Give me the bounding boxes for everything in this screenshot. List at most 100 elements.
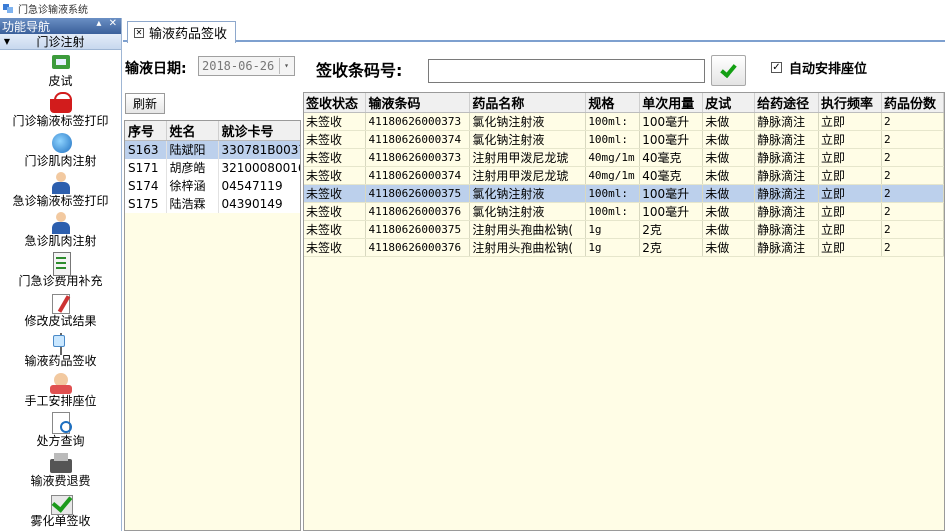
drug-cell-route: 静脉滴注: [754, 166, 820, 185]
drug-column-header[interactable]: 执行频率: [818, 93, 882, 113]
drug-column-header[interactable]: 给药途径: [754, 93, 820, 113]
drug-cell-route: 静脉滴注: [754, 238, 820, 257]
date-dropdown-icon[interactable]: ▾: [279, 58, 293, 74]
drug-cell-status: 未签收: [304, 238, 367, 257]
drug-cell-barcode: 41180626000376: [365, 202, 471, 221]
nav-header-controls[interactable]: ▴ ✕: [96, 18, 119, 29]
nav-item[interactable]: 手工安排座位: [0, 370, 121, 410]
drug-cell-barcode: 41180626000376: [365, 238, 471, 257]
nav-item-label: 门诊肌肉注射: [24, 154, 97, 168]
drug-row[interactable]: 未签收 41180626000376 注射用头孢曲松钠(1g 2克 未做 静脉滴注 立即 2: [304, 238, 944, 257]
window-titlebar: 门急诊输液系统: [0, 0, 945, 16]
cash-register-icon: [48, 451, 74, 475]
nav-item[interactable]: 皮试: [0, 50, 121, 90]
nav-item[interactable]: 雾化单签收: [0, 490, 121, 530]
patient-cell-card: 04390149: [218, 194, 300, 213]
nav-item[interactable]: 输液费退费: [0, 450, 121, 490]
barcode-label: 签收条码号:: [316, 61, 403, 80]
drug-cell-freq: 立即: [818, 184, 882, 203]
tab-bar: ✕ 输液药品签收: [123, 18, 945, 43]
nav-item-label: 门急诊费用补充: [18, 274, 103, 288]
nav-item-label: 处方查询: [36, 434, 85, 448]
drug-column-header[interactable]: 药品份数: [881, 93, 944, 113]
nav-item[interactable]: 修改皮试结果: [0, 290, 121, 330]
nav-item[interactable]: 门急诊费用补充: [0, 250, 121, 290]
drug-column-header[interactable]: 药品名称: [469, 93, 587, 113]
patient-row[interactable]: S174 徐梓涵 04547119: [125, 176, 300, 195]
nav-item[interactable]: 处方查询: [0, 410, 121, 450]
nav-group-outpatient-injection[interactable]: ▼ 门诊注射: [0, 34, 121, 50]
drug-cell-route: 静脉滴注: [754, 148, 820, 167]
nav-item-label: 门诊输液标签打印: [12, 114, 109, 128]
drug-column-header[interactable]: 输液条码: [365, 93, 471, 113]
patient-column-header[interactable]: 姓名: [166, 121, 219, 141]
nav-item[interactable]: 输液药品签收: [0, 330, 121, 370]
drug-cell-spec: 1g: [585, 220, 641, 239]
drug-cell-name: 氯化钠注射液: [469, 112, 587, 131]
infusion-date-picker[interactable]: 2018-06-26 ▾: [198, 56, 295, 76]
drug-cell-route: 静脉滴注: [754, 112, 820, 131]
drug-column-header[interactable]: 皮试: [702, 93, 756, 113]
drug-row[interactable]: 未签收 41180626000375 氯化钠注射液 100ml: 100毫升 未做 静脉滴注…: [304, 184, 944, 203]
main-area: ✕ 输液药品签收 输液日期: 2018-06-26 ▾ 签收条码号: ✓ 自动安…: [123, 18, 945, 531]
confirm-signin-button[interactable]: [711, 55, 746, 86]
auto-seat-label: 自动安排座位: [789, 62, 868, 77]
drug-cell-dose: 100毫升: [639, 202, 704, 221]
drug-row[interactable]: 未签收 41180626000373 注射用甲泼尼龙琥 40mg/1m 40毫克 未做 静脉…: [304, 148, 944, 167]
drug-cell-skin: 未做: [702, 112, 756, 131]
nav-item[interactable]: 门诊输液标签打印: [0, 90, 121, 130]
patient-column-header[interactable]: 序号: [125, 121, 167, 141]
drug-cell-route: 静脉滴注: [754, 130, 820, 149]
tab-close-icon[interactable]: ✕: [134, 27, 144, 38]
function-nav-panel: 功能导航 ▴ ✕ ▼ 门诊注射 皮试门诊输液标签打印 门诊肌肉注射急诊输液标签打印…: [0, 18, 122, 531]
drug-cell-spec: 1g: [585, 238, 641, 257]
patient-cell-card: 04547119: [218, 176, 300, 195]
skin-test-icon: [48, 51, 74, 75]
nav-item-label: 皮试: [48, 74, 73, 88]
drug-cell-dose: 100毫升: [639, 130, 704, 149]
nav-item[interactable]: 门诊肌肉注射: [0, 130, 121, 170]
drug-column-header[interactable]: 单次用量: [639, 93, 704, 113]
nav-item[interactable]: 急诊肌肉注射: [0, 210, 121, 250]
patient-row[interactable]: S175 陆浩霖 04390149: [125, 194, 300, 213]
nav-item-label: 急诊肌肉注射: [24, 234, 97, 248]
drug-row[interactable]: 未签收 41180626000374 氯化钠注射液 100ml: 100毫升 未做 静脉滴注…: [304, 130, 944, 149]
barcode-input[interactable]: [428, 59, 705, 83]
nav-item[interactable]: 急诊输液标签打印: [0, 170, 121, 210]
drug-cell-name: 注射用甲泼尼龙琥: [469, 148, 587, 167]
drug-row[interactable]: 未签收 41180626000375 注射用头孢曲松钠(1g 2克 未做 静脉滴注 立即 2: [304, 220, 944, 239]
drug-cell-status: 未签收: [304, 184, 367, 203]
patient-list: 序号姓名就诊卡号 S163陆斌阳330781B00379S171胡彦皓32100…: [124, 120, 301, 531]
nav-header: 功能导航 ▴ ✕: [0, 18, 121, 34]
drug-cell-dose: 100毫升: [639, 112, 704, 131]
patient-row[interactable]: S171胡彦皓321000800166: [125, 158, 300, 177]
drug-row[interactable]: 未签收 41180626000376 氯化钠注射液 100ml: 100毫升 未做 静脉滴注…: [304, 202, 944, 221]
basket-icon: [48, 91, 74, 115]
drug-cell-qty: 2: [881, 184, 944, 203]
drug-cell-freq: 立即: [818, 148, 882, 167]
drug-row[interactable]: 未签收 41180626000374 注射用甲泼尼龙琥 40mg/1m 40毫克 未做 静脉…: [304, 166, 944, 185]
drug-cell-barcode: 41180626000375: [365, 220, 471, 239]
search-doc-icon: [48, 411, 74, 435]
refresh-button[interactable]: 刷新: [125, 93, 165, 114]
tab-infusion-drug-signin[interactable]: ✕ 输液药品签收: [127, 21, 237, 43]
drug-cell-freq: 立即: [818, 130, 882, 149]
drug-row[interactable]: 未签收 41180626000373 氯化钠注射液 100ml: 100毫升 未做 静脉滴注…: [304, 112, 944, 131]
collapse-arrow-icon[interactable]: ▼: [0, 37, 14, 46]
nav-group-label: 门诊注射: [36, 35, 85, 49]
drug-cell-barcode: 41180626000375: [365, 184, 471, 203]
drug-column-header[interactable]: 签收状态: [304, 93, 367, 113]
patient-cell-no: S174: [125, 176, 167, 195]
drug-column-header[interactable]: 规格: [585, 93, 641, 113]
tab-label: 输液药品签收: [149, 27, 228, 42]
patient-cell-card: 330781B00379: [218, 140, 300, 159]
drug-cell-name: 氯化钠注射液: [469, 130, 587, 149]
drug-cell-spec: 40mg/1m: [585, 166, 641, 185]
drug-cell-name: 氯化钠注射液: [469, 184, 587, 203]
drug-cell-freq: 立即: [818, 220, 882, 239]
drug-cell-spec: 40mg/1m: [585, 148, 641, 167]
checkmark-icon: [720, 60, 737, 79]
patient-row[interactable]: S163陆斌阳330781B00379: [125, 140, 300, 159]
auto-seat-checkbox[interactable]: ✓: [771, 62, 782, 73]
patient-column-header[interactable]: 就诊卡号: [218, 121, 300, 141]
